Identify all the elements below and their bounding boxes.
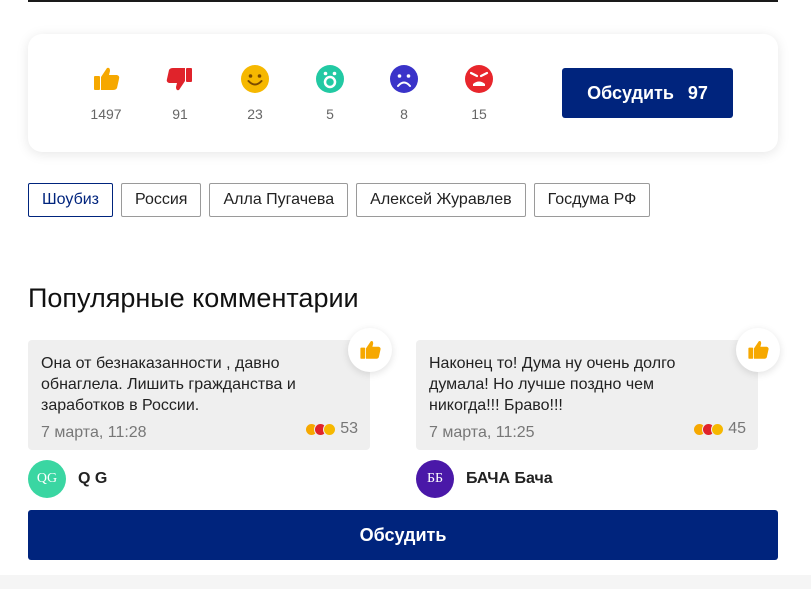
section-title: Популярные комментарии <box>28 283 359 313</box>
reaction-count: 1497 <box>90 106 122 122</box>
tag-list: Шоубиз Россия Алла Пугачева Алексей Жура… <box>28 183 651 217</box>
reaction-count: 15 <box>471 106 487 122</box>
comment-date: 7 марта, 11:28 <box>41 424 147 441</box>
reaction-dislike[interactable]: 91 <box>156 64 204 122</box>
comment-score[interactable]: 45 <box>693 420 746 438</box>
comment-card: Она от безнаказанности , давно обнаглела… <box>28 328 392 498</box>
tag-showbiz[interactable]: Шоубиз <box>28 183 113 217</box>
tag-aleksey-zhuravlev[interactable]: Алексей Журавлев <box>356 183 526 217</box>
reaction-count: 23 <box>247 106 263 122</box>
reaction-sad[interactable]: 8 <box>380 64 428 122</box>
comment-like-button[interactable] <box>736 328 780 372</box>
smile-icon <box>241 65 269 93</box>
top-divider <box>28 0 778 2</box>
comment-score-value: 45 <box>728 420 746 437</box>
comments-count: 97 <box>687 82 708 103</box>
comment-score-value: 53 <box>340 420 358 437</box>
comment-date: 7 марта, 11:25 <box>429 424 535 441</box>
tag-russia[interactable]: Россия <box>121 183 202 217</box>
reaction-surprise[interactable]: 5 <box>306 64 354 122</box>
comment-text: Она от безнаказанности , давно обнаглела… <box>41 355 296 414</box>
avatar: QG <box>28 460 66 498</box>
surprised-icon <box>316 65 344 93</box>
thumbs-down-icon <box>166 68 192 91</box>
discuss-bottom-button[interactable]: Обсудить <box>28 510 778 560</box>
comment-score[interactable]: 53 <box>305 420 358 438</box>
comment-card: Наконец то! Дума ну очень долго думала! … <box>416 328 780 498</box>
comment-text: Наконец то! Дума ну очень долго думала! … <box>429 355 676 414</box>
comment-like-button[interactable] <box>348 328 392 372</box>
thumbs-up-icon <box>748 341 769 359</box>
reaction-mini-icons <box>693 422 725 436</box>
thumbs-up-icon <box>360 341 381 359</box>
reaction-smile[interactable]: 23 <box>231 64 279 122</box>
comment-author[interactable]: QG Q G <box>28 460 370 498</box>
comment-bubble: Наконец то! Дума ну очень долго думала! … <box>416 328 780 450</box>
avatar: ББ <box>416 460 454 498</box>
bottom-divider <box>0 575 811 589</box>
comment-bubble: Она от безнаказанности , давно обнаглела… <box>28 328 392 450</box>
reaction-angry[interactable]: 15 <box>455 64 503 122</box>
author-name: БАЧА Бача <box>466 470 553 487</box>
sad-icon <box>390 65 418 93</box>
thumbs-up-icon <box>94 67 120 90</box>
discuss-button-label: Обсудить <box>587 82 674 103</box>
reaction-count: 8 <box>400 106 408 122</box>
reactions-panel: 1497 91 23 5 8 15 Обсудить 97 <box>28 34 778 152</box>
reaction-like[interactable]: 1497 <box>82 64 130 122</box>
discuss-button[interactable]: Обсудить 97 <box>562 68 733 118</box>
comment-author[interactable]: ББ БАЧА Бача <box>416 460 758 498</box>
tag-alla-pugacheva[interactable]: Алла Пугачева <box>209 183 349 217</box>
reaction-mini-icons <box>305 422 337 436</box>
author-name: Q G <box>78 470 108 487</box>
mini-smile-icon <box>323 422 337 436</box>
mini-smile-icon <box>711 422 725 436</box>
angry-icon <box>465 65 493 93</box>
reaction-count: 91 <box>172 106 188 122</box>
reaction-count: 5 <box>326 106 334 122</box>
tag-gosduma[interactable]: Госдума РФ <box>533 183 651 217</box>
